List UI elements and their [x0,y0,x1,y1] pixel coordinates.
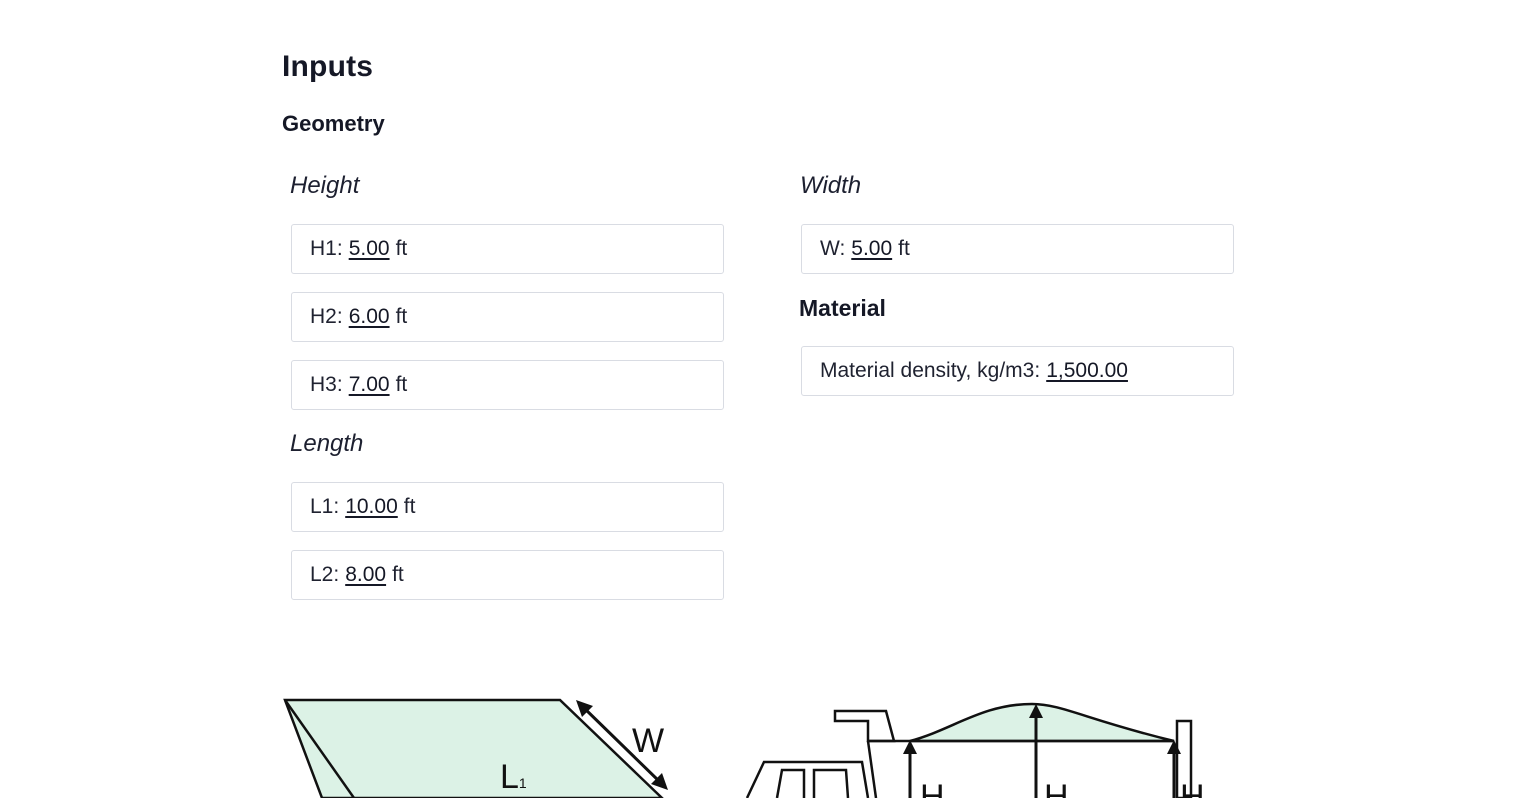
load-mound [909,702,1175,743]
h2-diagram-label: H [1044,778,1069,798]
w-unit: ft [898,237,910,260]
cab-window-right [812,768,850,798]
l2-unit: ft [392,563,404,586]
l1-value[interactable]: 10.00 [345,495,398,519]
l1-input[interactable]: L1: 10.00 ft [291,482,724,532]
material-heading: Material [799,295,886,321]
h3-value[interactable]: 7.00 [349,373,390,397]
h1-label: H1: [310,237,343,260]
h2-label: H2: [310,305,343,328]
body-front-wall [866,740,878,798]
h1-unit: ft [395,237,408,260]
height-subheading: Height [290,172,360,199]
material-density-value[interactable]: 1,500.00 [1046,359,1128,383]
h3-label: H3: [310,373,343,396]
l1-label: L1: [310,495,340,518]
w-label: W: [820,237,846,260]
length-subheading: Length [290,430,364,457]
h2-value[interactable]: 6.00 [349,305,390,329]
dump-body-diagram: W L1 [283,698,668,798]
h1-diagram-label: H [920,778,945,798]
h1-input[interactable]: H1: 5.00 ft [291,224,724,274]
h3-diagram-label: H [1180,778,1205,798]
dump-body-top-face [283,698,664,798]
w-value[interactable]: 5.00 [851,237,892,261]
h3-input[interactable]: H3: 7.00 ft [291,360,724,410]
cab-outline [745,760,870,798]
length-label-subscript: 1 [519,775,527,791]
l1-unit: ft [403,495,416,518]
l2-label: L2: [310,563,340,586]
width-subheading: Width [800,172,862,199]
h2-input[interactable]: H2: 6.00 ft [291,292,724,342]
w-input[interactable]: W: 5.00 ft [801,224,1234,274]
truck-diagram: H H H [745,702,1205,798]
headboard [833,709,896,743]
cab-window-left [775,768,806,798]
width-label: W [632,722,664,760]
h3-unit: ft [395,373,408,396]
l2-value[interactable]: 8.00 [345,563,386,587]
h1-value[interactable]: 5.00 [349,237,390,261]
geometry-heading: Geometry [282,111,385,136]
length-label-main: L [500,758,519,796]
material-density-label: Material density, kg/m3: [820,359,1041,382]
material-density-input[interactable]: Material density, kg/m3: 1,500.00 [801,346,1234,396]
h2-unit: ft [395,305,408,328]
page-title: Inputs [282,50,374,83]
l2-input[interactable]: L2: 8.00 ft [291,550,724,600]
